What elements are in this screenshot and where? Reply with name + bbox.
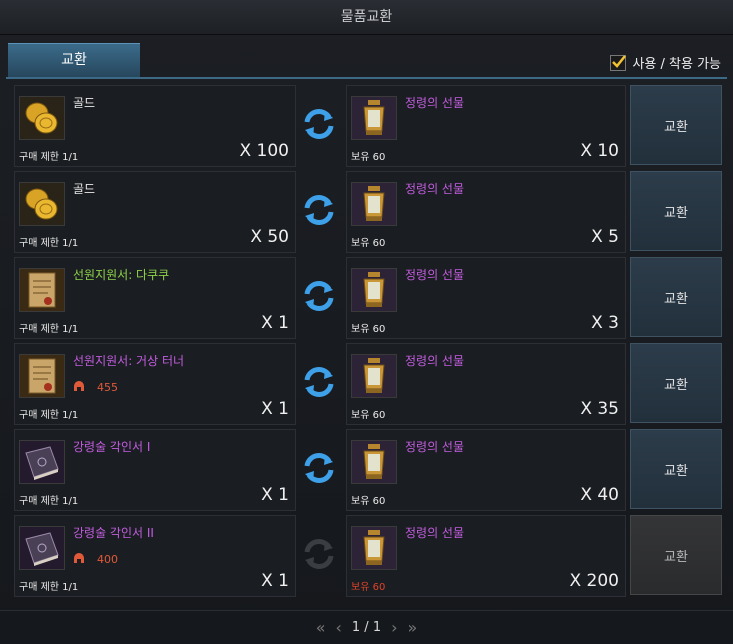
gold-coins-icon: [19, 96, 65, 140]
reward-item-name: 정령의 선물: [405, 354, 465, 368]
checkmark-icon: [612, 54, 627, 68]
exchange-button[interactable]: 교환: [630, 171, 722, 251]
reward-quantity: X 5: [591, 227, 619, 247]
window-title: 물품교환: [0, 0, 733, 35]
tab-exchange[interactable]: 교환: [8, 43, 140, 77]
purchase-limit: 구매 제한 1/1: [19, 410, 79, 421]
cost-item-level: 400: [73, 552, 118, 567]
cost-item[interactable]: 골드구매 제한 1/1 X 100: [14, 85, 296, 167]
scroll-icon: [19, 354, 65, 398]
lantern-icon: [351, 268, 397, 312]
purchase-limit: 구매 제한 1/1: [19, 324, 79, 335]
exchange-button[interactable]: 교환: [630, 515, 722, 595]
item-level-value: 400: [97, 553, 118, 566]
reward-item-name: 정령의 선물: [405, 268, 465, 282]
exchange-button[interactable]: 교환: [630, 343, 722, 423]
lantern-icon: [351, 96, 397, 140]
reward-quantity: X 40: [580, 485, 619, 505]
usable-filter-label: 사용 / 착용 가능: [632, 57, 721, 72]
owned-count: 보유 60: [351, 238, 386, 249]
cost-item[interactable]: 강령술 각인서 II 400 구매 제한 1/1 X 1: [14, 515, 296, 597]
reward-item[interactable]: 정령의 선물보유 60 X 10: [346, 85, 626, 167]
cost-quantity: X 50: [250, 227, 289, 247]
cost-quantity: X 1: [261, 399, 289, 419]
reward-quantity: X 200: [569, 571, 620, 591]
cost-item-name: 골드: [73, 96, 96, 110]
reward-item-name: 정령의 선물: [405, 182, 465, 196]
exchange-arrows-icon: [302, 451, 336, 485]
lantern-icon: [351, 354, 397, 398]
exchange-window: 물품교환 교환 사용 / 착용 가능 골드 구매 제한 1/1 X 100 정령의 선…: [0, 0, 733, 644]
exchange-row: 선원지원서: 거상 터너 455 구매 제한 1/1 X 1 정령의 선물보유 60 X …: [12, 341, 727, 425]
usable-filter-checkbox[interactable]: [610, 54, 627, 71]
reward-item[interactable]: 정령의 선물보유 60 X 5: [346, 171, 626, 253]
cost-item-name: 골드: [73, 182, 96, 196]
exchange-row: 강령술 각인서 II 400 구매 제한 1/1 X 1 정령의 선물보유 60 X 20…: [12, 513, 727, 597]
reward-item[interactable]: 정령의 선물보유 60 X 200: [346, 515, 626, 597]
cost-item-name: 강령술 각인서 I: [73, 440, 151, 454]
helmet-icon: [73, 380, 85, 395]
cost-item-name: 선원지원서: 거상 터너: [73, 354, 185, 368]
scroll-icon: [19, 268, 65, 312]
reward-quantity: X 10: [580, 141, 619, 161]
usable-filter[interactable]: 사용 / 착용 가능: [610, 53, 721, 72]
owned-count: 보유 60: [351, 152, 386, 163]
reward-item-name: 정령의 선물: [405, 526, 465, 540]
next-page-button[interactable]: ›: [391, 618, 397, 637]
last-page-button[interactable]: »: [408, 618, 418, 637]
helmet-icon: [73, 552, 85, 567]
reward-item[interactable]: 정령의 선물보유 60 X 35: [346, 343, 626, 425]
exchange-row: 골드구매 제한 1/1 X 100 정령의 선물보유 60 X 10 교환: [12, 83, 727, 167]
cost-item[interactable]: 골드구매 제한 1/1 X 50: [14, 171, 296, 253]
reward-quantity: X 3: [591, 313, 619, 333]
engraving-book-icon: [19, 440, 65, 484]
exchange-arrows-icon: [302, 365, 336, 399]
exchange-button[interactable]: 교환: [630, 429, 722, 509]
owned-count: 보유 60: [351, 582, 386, 593]
owned-count: 보유 60: [351, 496, 386, 507]
gold-coins-icon: [19, 182, 65, 226]
engraving-book-icon: [19, 526, 65, 570]
exchange-row: 선원지원서: 다쿠쿠구매 제한 1/1 X 1 정령의 선물보유 60 X 3 교환: [12, 255, 727, 339]
lantern-icon: [351, 440, 397, 484]
cost-quantity: X 1: [261, 313, 289, 333]
purchase-limit: 구매 제한 1/1: [19, 496, 79, 507]
tab-strip: 교환 사용 / 착용 가능: [6, 43, 727, 79]
exchange-button[interactable]: 교환: [630, 257, 722, 337]
reward-item[interactable]: 정령의 선물보유 60 X 3: [346, 257, 626, 339]
reward-item-name: 정령의 선물: [405, 96, 465, 110]
purchase-limit: 구매 제한 1/1: [19, 582, 79, 593]
owned-count: 보유 60: [351, 324, 386, 335]
purchase-limit: 구매 제한 1/1: [19, 152, 79, 163]
reward-item[interactable]: 정령의 선물보유 60 X 40: [346, 429, 626, 511]
page-indicator: 1 / 1: [351, 620, 382, 635]
exchange-row: 골드구매 제한 1/1 X 50 정령의 선물보유 60 X 5 교환: [12, 169, 727, 253]
cost-item-name: 선원지원서: 다쿠쿠: [73, 268, 170, 282]
owned-count: 보유 60: [351, 410, 386, 421]
reward-quantity: X 35: [580, 399, 619, 419]
purchase-limit: 구매 제한 1/1: [19, 238, 79, 249]
lantern-icon: [351, 526, 397, 570]
cost-item[interactable]: 선원지원서: 거상 터너 455 구매 제한 1/1 X 1: [14, 343, 296, 425]
lantern-icon: [351, 182, 397, 226]
first-page-button[interactable]: «: [316, 618, 326, 637]
cost-item-name: 강령술 각인서 II: [73, 526, 154, 540]
item-level-value: 455: [97, 381, 118, 394]
exchange-arrows-icon: [302, 279, 336, 313]
prev-page-button[interactable]: ‹: [336, 618, 342, 637]
exchange-row: 강령술 각인서 I 구매 제한 1/1 X 1 정령의 선물보유 60 X 40 교환: [12, 427, 727, 511]
exchange-arrows-icon: [302, 537, 336, 571]
cost-item-level: 455: [73, 380, 118, 395]
cost-quantity: X 100: [239, 141, 290, 161]
pagination: « ‹ 1 / 1 › »: [0, 610, 733, 644]
reward-item-name: 정령의 선물: [405, 440, 465, 454]
cost-item[interactable]: 강령술 각인서 I 구매 제한 1/1 X 1: [14, 429, 296, 511]
cost-item[interactable]: 선원지원서: 다쿠쿠구매 제한 1/1 X 1: [14, 257, 296, 339]
exchange-arrows-icon: [302, 107, 336, 141]
exchange-button[interactable]: 교환: [630, 85, 722, 165]
cost-quantity: X 1: [261, 571, 289, 591]
cost-quantity: X 1: [261, 485, 289, 505]
exchange-arrows-icon: [302, 193, 336, 227]
